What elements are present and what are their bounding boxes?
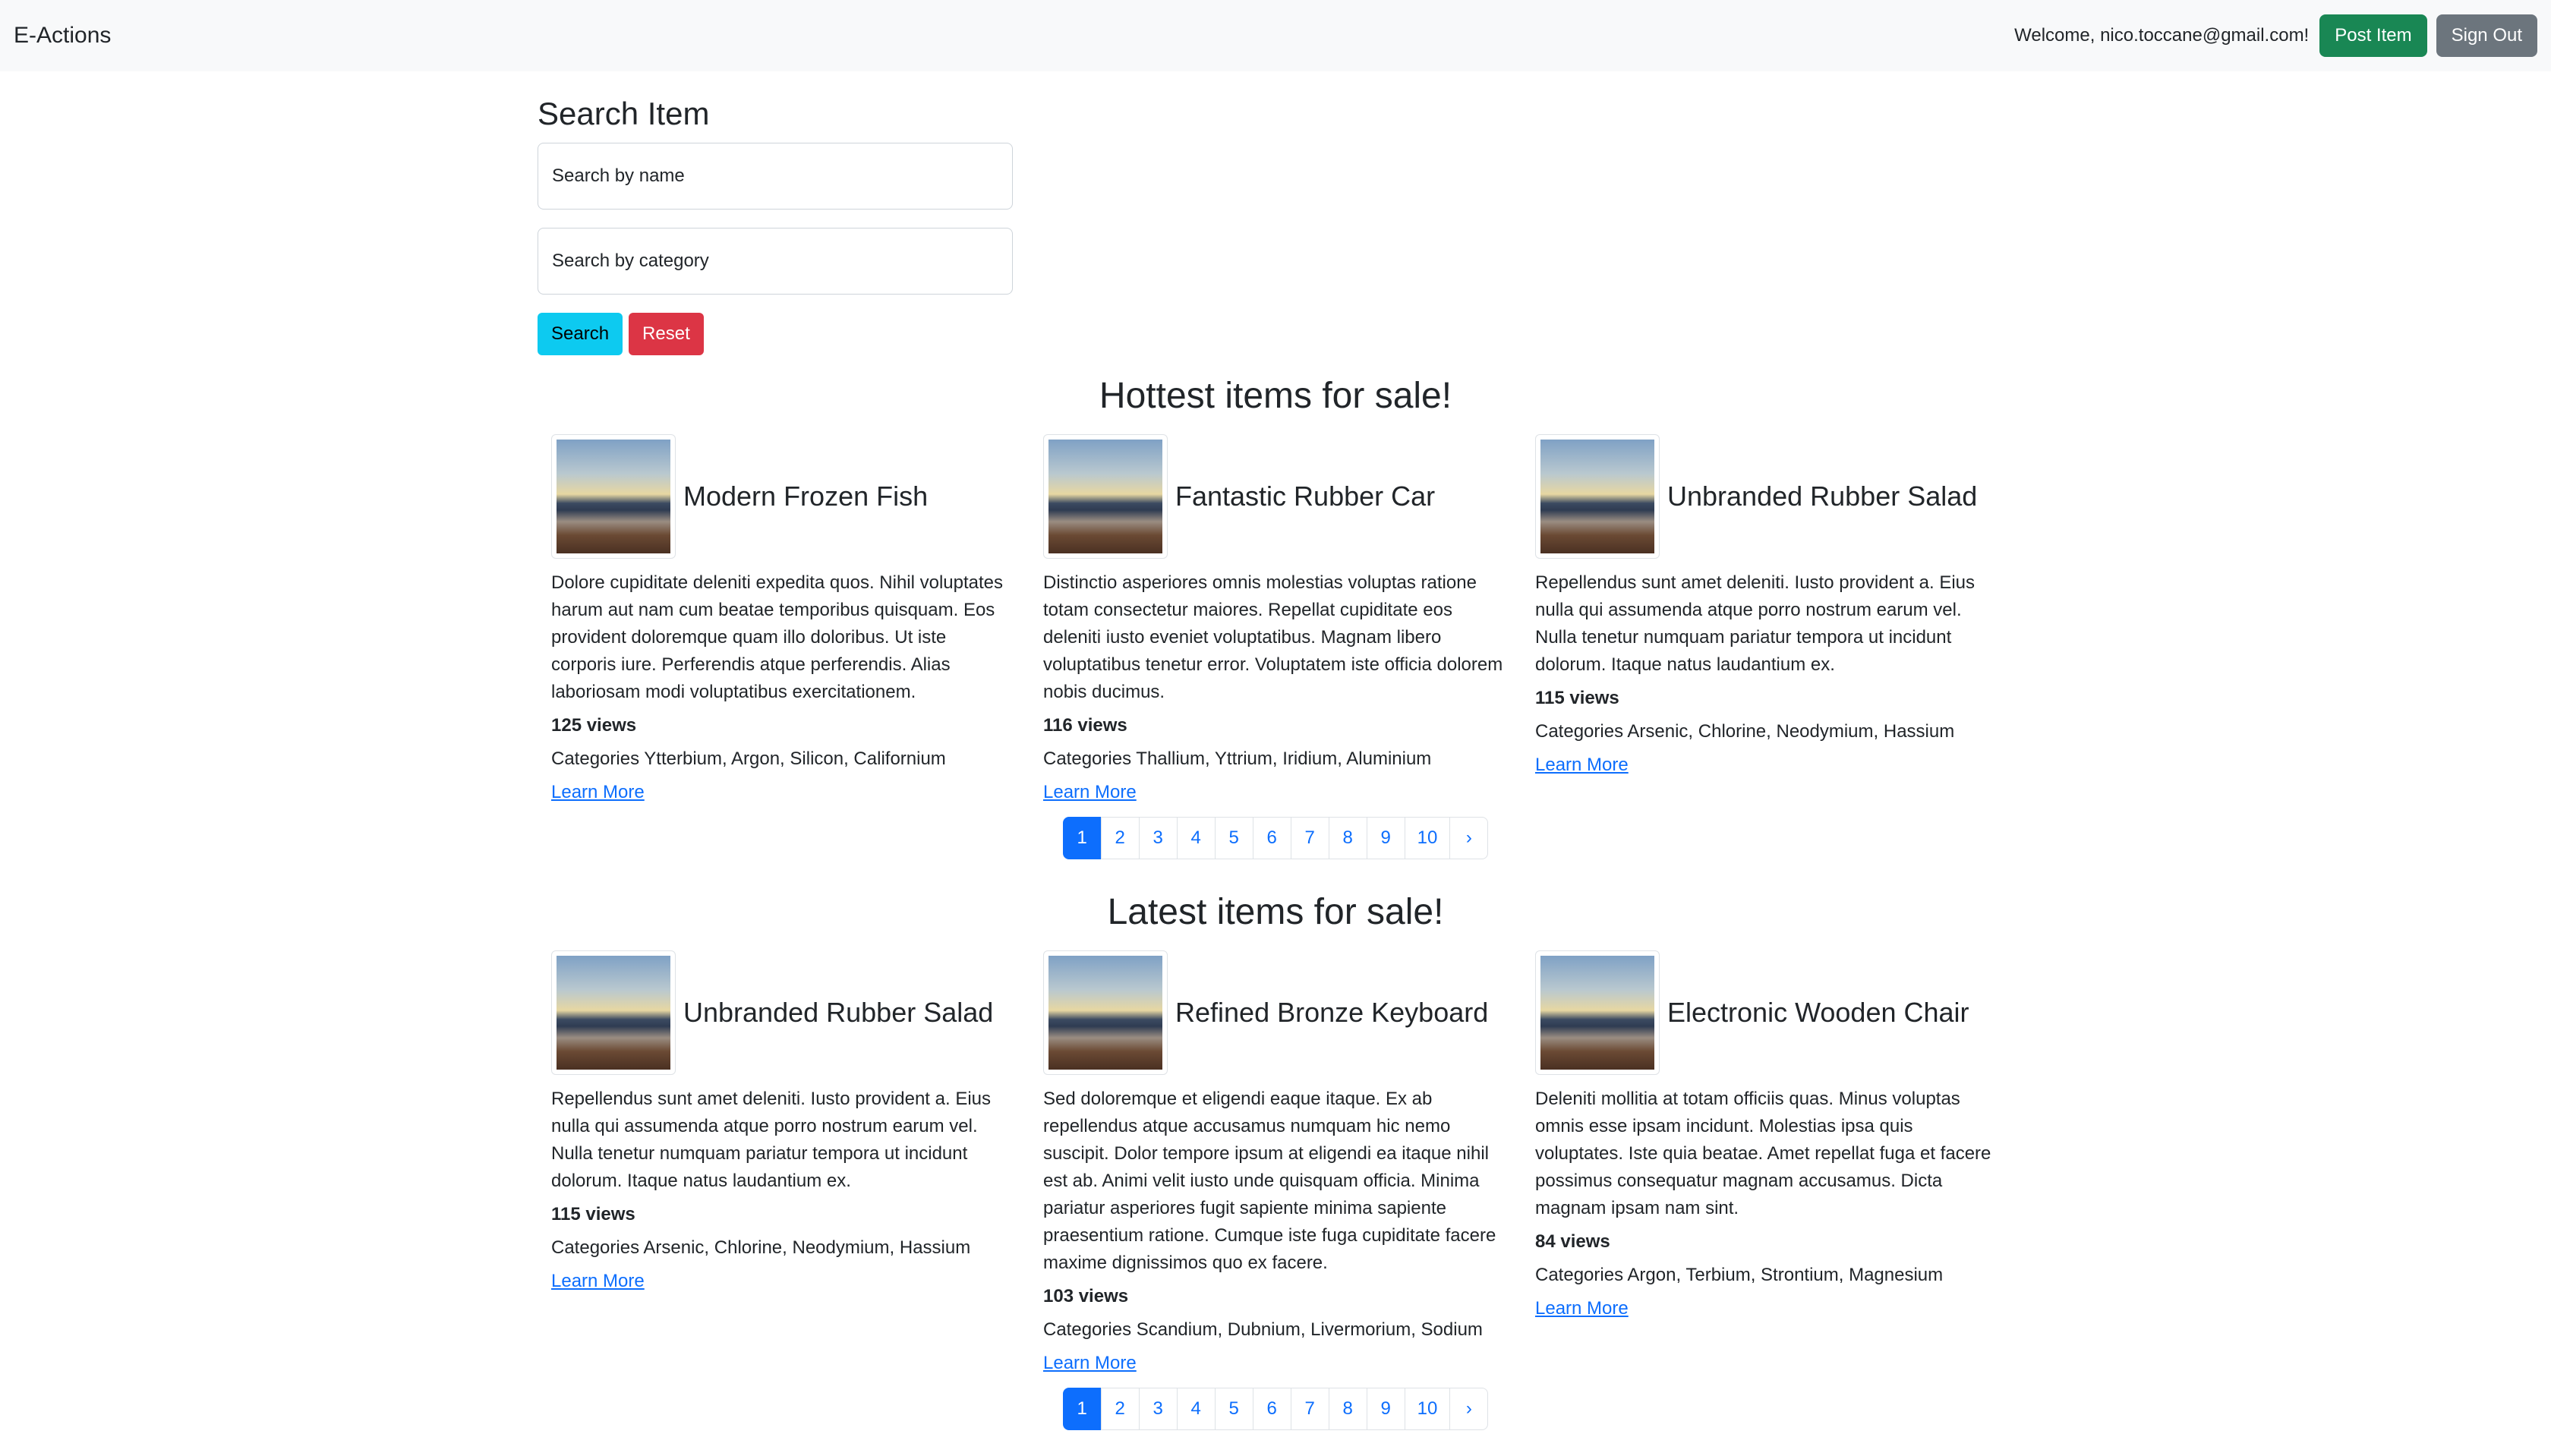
main-container: Search Item Search Reset Hottest items f… — [538, 71, 2013, 1430]
welcome-text: Welcome, nico.toccane@gmail.com! — [2014, 25, 2310, 46]
item-categories: Categories Arsenic, Chlorine, Neodymium,… — [551, 1237, 971, 1258]
item-views: 84 views — [1535, 1231, 1610, 1252]
learn-more-link[interactable]: Learn More — [551, 782, 645, 803]
item-card: Modern Frozen Fish Dolore cupiditate del… — [538, 434, 1030, 803]
page-link[interactable]: 7 — [1290, 1388, 1329, 1430]
item-views: 116 views — [1043, 715, 1127, 736]
item-categories: Categories Argon, Terbium, Strontium, Ma… — [1535, 1265, 1944, 1285]
next-page-icon[interactable]: › — [1449, 1388, 1489, 1430]
learn-more-link[interactable]: Learn More — [1535, 755, 1629, 776]
hottest-title: Hottest items for sale! — [1099, 376, 1452, 416]
item-categories: Categories Thallium, Yttrium, Iridium, A… — [1043, 748, 1432, 769]
page-link[interactable]: 6 — [1252, 817, 1291, 859]
sunset-image — [1048, 956, 1162, 1070]
sign-out-button[interactable]: Sign Out — [2436, 14, 2537, 57]
item-title: Unbranded Rubber Salad — [683, 997, 994, 1028]
page-link[interactable]: 8 — [1328, 817, 1367, 859]
sunset-image — [557, 440, 670, 553]
page-link[interactable]: 5 — [1214, 1388, 1253, 1430]
item-card: Electronic Wooden Chair Deleniti molliti… — [1521, 950, 2013, 1374]
navbar: E-Actions Welcome, nico.toccane@gmail.co… — [0, 0, 2551, 71]
search-name-input[interactable] — [538, 143, 1013, 210]
page-link[interactable]: 5 — [1214, 817, 1253, 859]
page-link[interactable]: 2 — [1100, 817, 1140, 859]
hottest-pagination: 1 2 3 4 5 6 7 8 9 10 › — [538, 817, 2013, 859]
item-views: 125 views — [551, 715, 637, 736]
latest-title: Latest items for sale! — [1107, 892, 1444, 932]
latest-pagination: 1 2 3 4 5 6 7 8 9 10 › — [538, 1388, 2013, 1430]
item-thumbnail — [551, 434, 676, 559]
item-description: Dolore cupiditate deleniti expedita quos… — [551, 572, 1004, 702]
sunset-image — [557, 956, 670, 1070]
item-thumbnail — [551, 950, 676, 1075]
learn-more-link[interactable]: Learn More — [1535, 1298, 1629, 1319]
brand-link[interactable]: E-Actions — [14, 23, 111, 49]
item-views: 103 views — [1043, 1286, 1129, 1306]
search-category-input[interactable] — [538, 228, 1013, 295]
reset-button[interactable]: Reset — [629, 313, 704, 355]
sunset-image — [1540, 956, 1654, 1070]
item-thumbnail — [1043, 950, 1168, 1075]
sunset-image — [1540, 440, 1654, 553]
item-categories: Categories Arsenic, Chlorine, Neodymium,… — [1535, 721, 1955, 742]
item-card: Unbranded Rubber Salad Repellendus sunt … — [1521, 434, 2013, 803]
item-description: Sed doloremque et eligendi eaque itaque.… — [1043, 1089, 1496, 1273]
item-description: Distinctio asperiores omnis molestias vo… — [1043, 572, 1503, 702]
card-header: Electronic Wooden Chair — [1535, 950, 2000, 1075]
learn-more-link[interactable]: Learn More — [551, 1271, 645, 1292]
card-header: Modern Frozen Fish — [551, 434, 1016, 559]
search-actions: Search Reset — [538, 313, 2013, 355]
item-description: Repellendus sunt amet deleniti. Iusto pr… — [551, 1089, 992, 1191]
post-item-button[interactable]: Post Item — [2319, 14, 2427, 57]
page-link[interactable]: 1 — [1062, 817, 1102, 859]
item-thumbnail — [1535, 434, 1660, 559]
learn-more-link[interactable]: Learn More — [1043, 782, 1137, 803]
page-link[interactable]: 4 — [1176, 817, 1216, 859]
item-views: 115 views — [1535, 688, 1619, 708]
page-link[interactable]: 9 — [1366, 817, 1405, 859]
page-link[interactable]: 8 — [1328, 1388, 1367, 1430]
card-header: Refined Bronze Keyboard — [1043, 950, 1508, 1075]
item-categories: Categories Scandium, Dubnium, Livermoriu… — [1043, 1319, 1483, 1340]
page-link[interactable]: 6 — [1252, 1388, 1291, 1430]
item-description: Deleniti mollitia at totam officiis quas… — [1535, 1089, 1991, 1218]
page-link[interactable]: 7 — [1290, 817, 1329, 859]
item-title: Refined Bronze Keyboard — [1175, 997, 1489, 1028]
item-title: Modern Frozen Fish — [683, 481, 929, 512]
card-header: Unbranded Rubber Salad — [551, 950, 1016, 1075]
page-link[interactable]: 1 — [1062, 1388, 1102, 1430]
item-description: Repellendus sunt amet deleniti. Iusto pr… — [1535, 572, 1976, 675]
hottest-cards: Modern Frozen Fish Dolore cupiditate del… — [538, 434, 2013, 803]
item-card: Fantastic Rubber Car Distinctio asperior… — [1030, 434, 1521, 803]
page-link[interactable]: 2 — [1100, 1388, 1140, 1430]
item-title: Fantastic Rubber Car — [1175, 481, 1436, 512]
navbar-right: Welcome, nico.toccane@gmail.com! Post It… — [2014, 14, 2537, 57]
latest-cards: Unbranded Rubber Salad Repellendus sunt … — [538, 950, 2013, 1374]
search-button[interactable]: Search — [538, 313, 623, 355]
item-categories: Categories Ytterbium, Argon, Silicon, Ca… — [551, 748, 946, 769]
item-title: Unbranded Rubber Salad — [1667, 481, 1978, 512]
item-card: Refined Bronze Keyboard Sed doloremque e… — [1030, 950, 1521, 1374]
page-link[interactable]: 4 — [1176, 1388, 1216, 1430]
next-page-icon[interactable]: › — [1449, 817, 1489, 859]
card-header: Fantastic Rubber Car — [1043, 434, 1508, 559]
item-title: Electronic Wooden Chair — [1667, 997, 1969, 1028]
learn-more-link[interactable]: Learn More — [1043, 1353, 1137, 1374]
item-thumbnail — [1043, 434, 1168, 559]
page-link[interactable]: 10 — [1404, 1388, 1451, 1430]
item-card: Unbranded Rubber Salad Repellendus sunt … — [538, 950, 1030, 1374]
page-link[interactable]: 9 — [1366, 1388, 1405, 1430]
sunset-image — [1048, 440, 1162, 553]
page-link[interactable]: 3 — [1138, 1388, 1178, 1430]
card-header: Unbranded Rubber Salad — [1535, 434, 2000, 559]
page-link[interactable]: 10 — [1404, 817, 1451, 859]
page-link[interactable]: 3 — [1138, 817, 1178, 859]
item-views: 115 views — [551, 1204, 635, 1224]
item-thumbnail — [1535, 950, 1660, 1075]
search-title: Search Item — [538, 96, 710, 131]
